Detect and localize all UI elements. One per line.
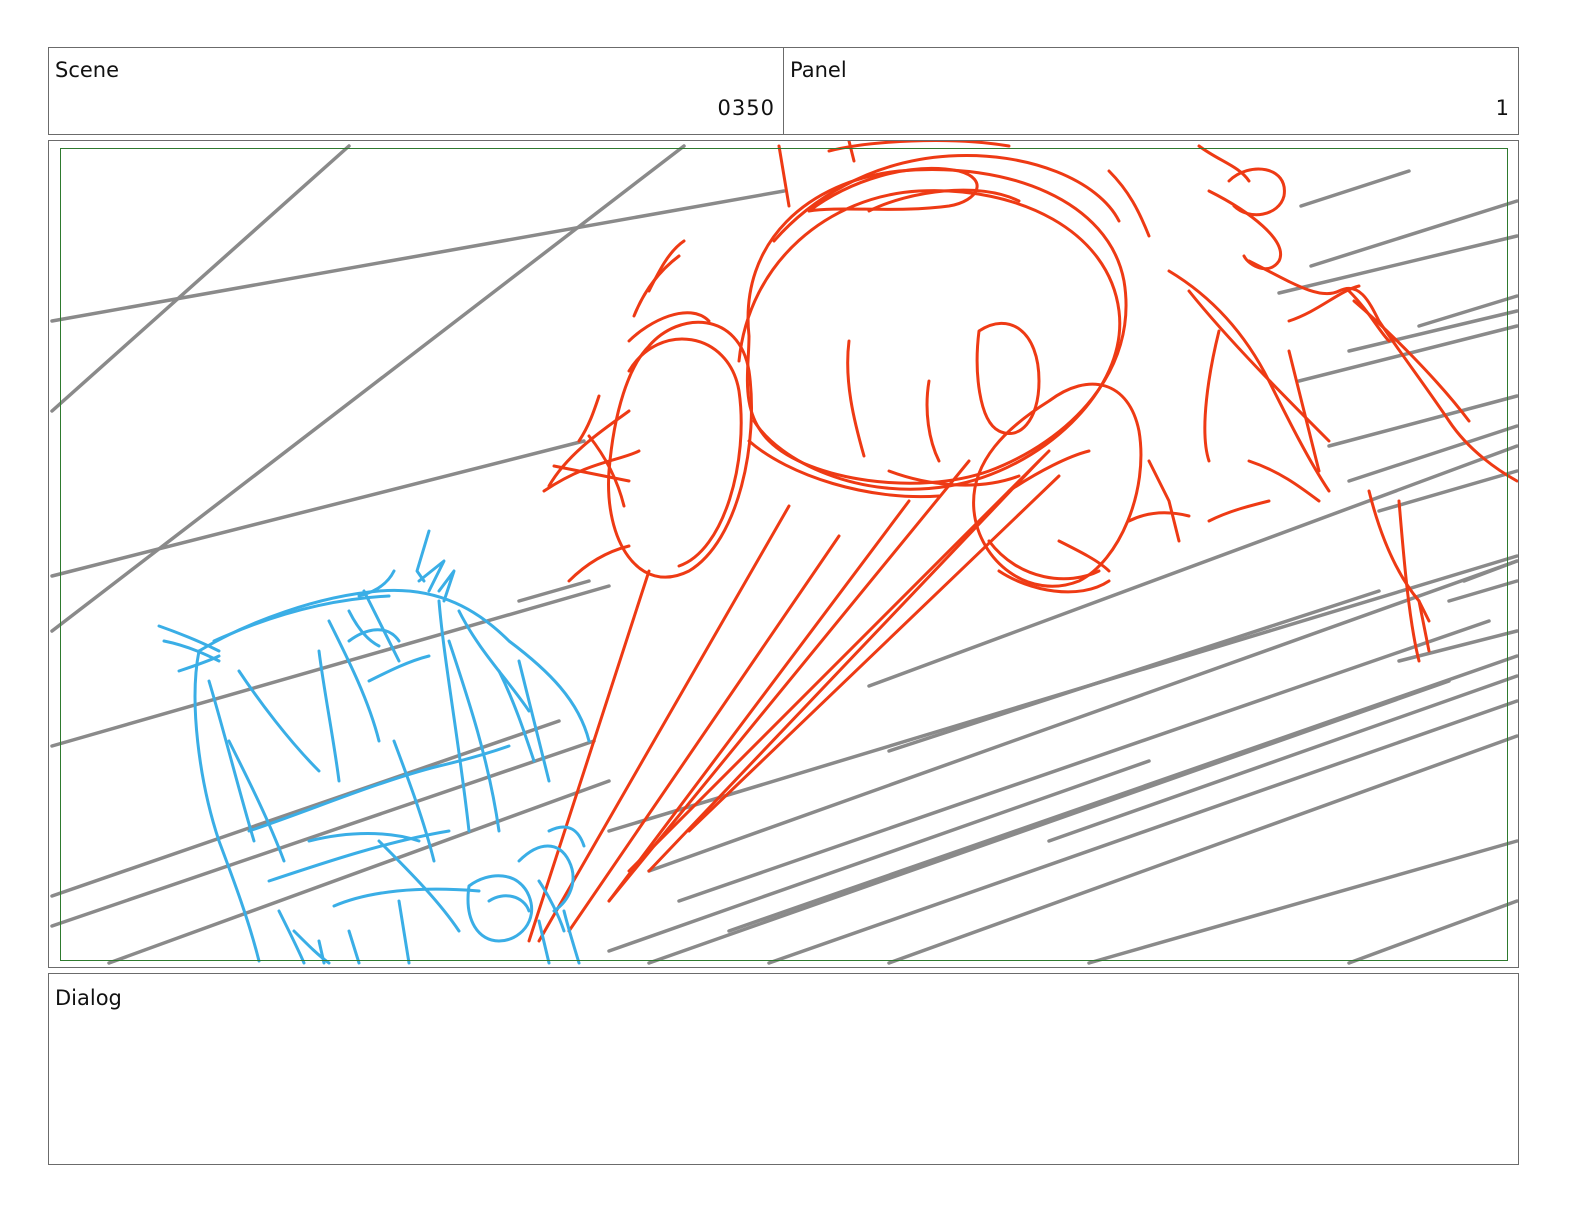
blue-figure-sketch (157, 529, 591, 965)
scene-cell[interactable]: Scene 0350 (49, 48, 783, 134)
panel-cell[interactable]: Panel 1 (783, 48, 1518, 134)
scene-panel-header: Scene 0350 Panel 1 (48, 47, 1519, 135)
panel-number: 1 (1495, 96, 1510, 120)
speed-lines (50, 144, 1518, 965)
scene-label: Scene (55, 58, 120, 82)
scene-number: 0350 (717, 96, 775, 120)
dialog-label: Dialog (55, 986, 122, 1010)
red-figure-sketch (527, 141, 1518, 943)
dialog-box[interactable]: Dialog (48, 973, 1519, 1165)
sketch-drawing (50, 141, 1518, 965)
panel-label: Panel (790, 58, 847, 82)
storyboard-frame[interactable] (48, 140, 1519, 968)
